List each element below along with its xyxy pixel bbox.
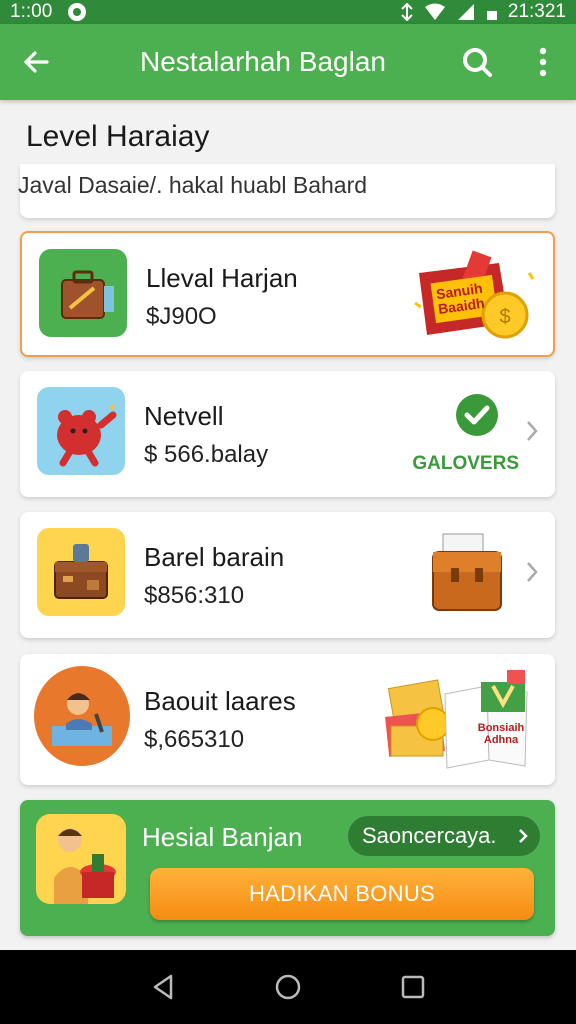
- back-button[interactable]: [0, 24, 72, 100]
- wifi-icon: [424, 3, 445, 20]
- check-circle-icon: [456, 394, 498, 436]
- card-title: Lleval Harjan: [146, 263, 298, 293]
- status-time: 1::00: [10, 1, 53, 22]
- square-recents-icon: [402, 975, 425, 999]
- app-bar: Nestalarhah Baglan: [0, 24, 576, 100]
- search-icon: [463, 48, 492, 77]
- card-price: $J90O: [146, 303, 217, 330]
- status-icons: 21:321: [400, 1, 566, 23]
- wooden-chest-icon: [37, 528, 125, 616]
- section-title: Level Haraiay: [26, 120, 210, 153]
- person-at-desk-icon: [34, 666, 130, 766]
- briefcase-icon: [432, 533, 502, 611]
- signal-icon: [457, 4, 474, 20]
- art-label: Bonsiaih Adhna: [477, 722, 525, 747]
- svg-text:$: $: [499, 306, 510, 328]
- search-button[interactable]: [444, 24, 510, 100]
- bonus-card: Hesial Banjan Saoncercaya. HADIKAN BONUS: [20, 800, 555, 936]
- more-vert-icon: [539, 47, 547, 77]
- circle-home-icon: [275, 974, 301, 1000]
- list-item-card[interactable]: Netvell $ 566.balay GALOVERS: [20, 371, 555, 497]
- bonus-cta-button[interactable]: HADIKAN BONUS: [150, 868, 534, 920]
- status-clock: 21:321: [507, 1, 566, 22]
- card-title: Baouit laares: [144, 686, 296, 716]
- triangle-back-icon: [153, 974, 172, 1000]
- app-bar-title: Nestalarhah Baglan: [140, 46, 386, 77]
- person-with-basket-icon: [36, 814, 126, 904]
- red-bear-icon: [37, 387, 125, 475]
- bonus-pill-button[interactable]: Saoncercaya.: [348, 816, 540, 856]
- nav-home-button[interactable]: [268, 967, 308, 1007]
- bonus-pill-label: Saoncercaya.: [362, 823, 497, 848]
- overflow-menu-button[interactable]: [510, 24, 576, 100]
- card-title: Barel barain: [144, 542, 285, 572]
- card-price: $,665310: [144, 726, 245, 753]
- cash-envelope-icon: $ Sanuih Baaidh: [409, 243, 539, 343]
- suitcase-icon: [39, 249, 127, 337]
- search-text: Javal Dasaie/. hakal huabl Bahard: [18, 172, 368, 198]
- list-item-card[interactable]: Barel barain $856:310: [20, 512, 555, 638]
- list-item-card[interactable]: Lleval Harjan $J90O $ Sanuih Baaidh: [20, 231, 555, 357]
- chevron-right-icon: [527, 421, 538, 441]
- status-label: GALOVERS: [412, 453, 519, 474]
- arrow-left-icon: [24, 51, 49, 73]
- status-bar: 1::00 21:321: [0, 0, 576, 24]
- card-price: $ 566.balay: [144, 441, 269, 468]
- money-book-icon: Bonsiaih Adhna: [377, 664, 537, 778]
- card-title: Netvell: [144, 401, 224, 431]
- nav-recents-button[interactable]: [393, 967, 433, 1007]
- bonus-title: Hesial Banjan: [142, 822, 303, 852]
- nav-back-button[interactable]: [143, 967, 183, 1007]
- list-item-card[interactable]: Baouit laares $,665310 Bonsiaih Adhna: [20, 654, 555, 785]
- notification-icon: [68, 3, 87, 21]
- system-nav-bar: [0, 950, 576, 1024]
- search-field[interactable]: Javal Dasaie/. hakal huabl Bahard: [18, 164, 555, 218]
- chevron-right-icon: [527, 562, 538, 582]
- battery-icon: [486, 11, 497, 20]
- card-price: $856:310: [144, 582, 245, 609]
- network-icon: [401, 3, 413, 21]
- chevron-right-icon: [519, 829, 528, 843]
